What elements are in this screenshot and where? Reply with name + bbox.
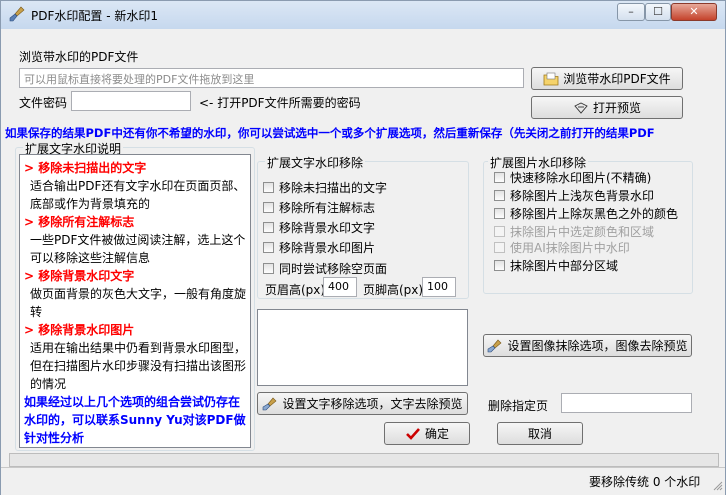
checkbox-label: 快速移除水印图片(不精确) <box>510 171 652 185</box>
footer-height-label: 页脚高(px) <box>363 283 424 297</box>
desc-text-1: 适合输出PDF还有文字水印在页面页部、底部或作为背景填充的 <box>30 179 246 211</box>
file-drop-input[interactable]: 可以用鼠标直接将要处理的PDF文件拖放到这里 <box>19 68 524 88</box>
maximize-button[interactable]: ☐ <box>645 3 671 21</box>
window: PDF水印配置 - 新水印1 – ☐ ✕ 浏览带水印的PDF文件 可以用鼠标直接… <box>0 0 726 495</box>
password-hint: <- 打开PDF文件所需要的密码 <box>199 96 361 110</box>
checkbox[interactable] <box>494 190 505 201</box>
checkbox[interactable] <box>494 208 505 219</box>
checkbox[interactable] <box>263 222 274 233</box>
text-preview-button[interactable]: 设置文字移除选项，文字去除预览 <box>257 392 468 415</box>
progress-bar <box>9 453 719 467</box>
description-panel: > 移除未扫描出的文字 适合输出PDF还有文字水印在页面页部、底部或作为背景填充… <box>19 154 251 448</box>
file-label: 浏览带水印的PDF文件 <box>19 50 139 64</box>
desc-heading-1: > 移除未扫描出的文字 <box>24 161 147 175</box>
status-text: 要移除传统 0 个水印 <box>589 475 701 489</box>
checkbox-label: 移除图片上除灰黑色之外的颜色 <box>510 207 679 221</box>
title-bar[interactable]: PDF水印配置 - 新水印1 – ☐ ✕ <box>1 1 725 29</box>
image-preview-button-label: 设置图像抹除选项，图像去除预览 <box>507 339 688 353</box>
check-erase-color-region[interactable]: 抹除图片中选定颜色和区域 <box>494 223 654 240</box>
delete-pages-label: 删除指定页 <box>488 399 549 413</box>
checkbox[interactable] <box>263 202 274 213</box>
check-remove-non-gray-colors[interactable]: 移除图片上除灰黑色之外的颜色 <box>494 205 682 222</box>
desc-contact: 如果经过以上几个选项的组合尝试仍存在水印的，可以联系Sunny Yu对该PDF做… <box>24 395 246 445</box>
close-button[interactable]: ✕ <box>671 3 717 21</box>
text-preview-button-label: 设置文字移除选项，文字去除预览 <box>282 397 463 411</box>
password-input[interactable] <box>71 91 191 111</box>
checkbox[interactable] <box>263 182 274 193</box>
checkbox-label: 抹除图片中选定颜色和区域 <box>510 225 655 239</box>
checkbox-label: 移除未扫描出的文字 <box>279 181 388 195</box>
browse-pdf-button[interactable]: 浏览带水印PDF文件 <box>531 67 683 90</box>
image-preview-button[interactable]: 设置图像抹除选项，图像去除预览 <box>483 334 692 357</box>
checkbox-label: 移除所有注解标志 <box>279 201 376 215</box>
check-remove-empty-pages[interactable]: 同时尝试移除空页面 <box>263 260 387 277</box>
browse-pdf-button-label: 浏览带水印PDF文件 <box>563 72 671 86</box>
checkbox-label: 抹除图片中部分区域 <box>510 259 619 273</box>
checkbox-label: 移除背景水印图片 <box>279 241 376 255</box>
checkbox-label: 移除图片上浅灰色背景水印 <box>510 189 655 203</box>
check-remove-annotations[interactable]: 移除所有注解标志 <box>263 199 375 216</box>
desc-heading-4: > 移除背景水印图片 <box>24 323 135 337</box>
check-erase-partial-region[interactable]: 抹除图片中部分区域 <box>494 257 618 274</box>
ok-button-label: 确定 <box>424 427 449 441</box>
text-memo[interactable] <box>257 309 468 386</box>
status-bar: 要移除传统 0 个水印 <box>1 467 725 495</box>
desc-text-2: 一些PDF文件被做过阅读注解，选上这个可以移除这些注解信息 <box>30 233 246 265</box>
resize-grip-icon[interactable] <box>713 481 723 491</box>
desc-heading-2: > 移除所有注解标志 <box>24 215 135 229</box>
delete-pages-input[interactable] <box>561 393 692 413</box>
check-remove-background-image[interactable]: 移除背景水印图片 <box>263 239 375 256</box>
check-fast-remove-image[interactable]: 快速移除水印图片(不精确) <box>494 169 651 186</box>
brush-icon <box>9 6 25 22</box>
cancel-button[interactable]: 取消 <box>497 422 583 445</box>
text-options-title: 扩展文字水印移除 <box>265 154 366 171</box>
checkbox-label: 同时尝试移除空页面 <box>279 262 388 276</box>
glasses-icon <box>574 101 588 114</box>
check-ai-erase[interactable]: 使用AI抹除图片中水印 <box>494 239 630 256</box>
open-preview-button[interactable]: 打开预览 <box>531 96 683 119</box>
brush-icon <box>488 339 502 352</box>
check-remove-background-text[interactable]: 移除背景水印文字 <box>263 219 375 236</box>
checkbox[interactable] <box>263 242 274 253</box>
cancel-button-label: 取消 <box>527 427 552 441</box>
checkbox-label: 使用AI抹除图片中水印 <box>510 241 630 255</box>
hint-banner: 如果保存的结果PDF中还有你不希望的水印，你可以尝试选中一个或多个扩展选项，然后… <box>5 126 655 140</box>
header-height-label: 页眉高(px) <box>265 283 326 297</box>
desc-heading-3: > 移除背景水印文字 <box>24 269 135 283</box>
open-preview-button-label: 打开预览 <box>592 101 641 115</box>
minimize-button[interactable]: – <box>617 3 645 21</box>
brush-icon <box>263 397 277 410</box>
desc-text-3: 做页面背景的灰色大文字，一般有角度旋转 <box>30 287 247 319</box>
checkbox[interactable] <box>494 260 505 271</box>
checkbox[interactable] <box>494 172 505 183</box>
check-remove-unscanned-text[interactable]: 移除未扫描出的文字 <box>263 179 387 196</box>
header-height-input[interactable]: 400 <box>323 277 357 297</box>
desc-text-4: 适用在输出结果中仍看到背景水印图型，但在扫描图片水印步骤没有扫描出该图形的情况 <box>30 341 247 391</box>
ok-button[interactable]: 确定 <box>384 422 470 445</box>
checkbox[interactable] <box>494 226 505 237</box>
password-label: 文件密码 <box>19 96 68 110</box>
checkbox[interactable] <box>494 242 505 253</box>
checkbox-label: 移除背景水印文字 <box>279 221 376 235</box>
folder-icon <box>543 72 559 85</box>
window-title: PDF水印配置 - 新水印1 <box>31 9 158 23</box>
check-remove-light-gray[interactable]: 移除图片上浅灰色背景水印 <box>494 187 654 204</box>
footer-height-input[interactable]: 100 <box>422 277 456 297</box>
checkmark-icon <box>406 427 420 440</box>
checkbox[interactable] <box>263 263 274 274</box>
